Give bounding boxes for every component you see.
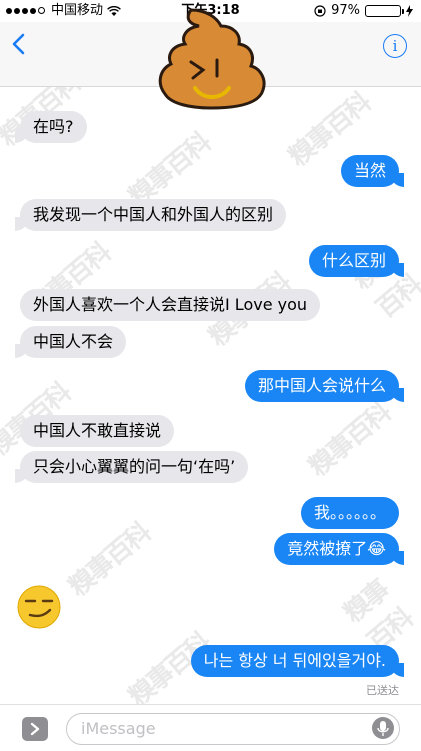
message-bubble-outgoing[interactable]: 当然 (340, 155, 405, 187)
message-bubble-incoming[interactable]: 我发现一个中国人和外国人的区别 (14, 199, 287, 231)
message-bubble-outgoing[interactable]: 那中国人会说什么 (244, 370, 405, 402)
watermark: 糗事百科 (63, 518, 157, 603)
watermark: 糗事百科 (303, 398, 397, 483)
watermark: 糗事百科 (347, 242, 421, 325)
expand-button[interactable] (22, 717, 48, 741)
delivered-status: 已送达 (366, 684, 399, 697)
message-bubble-incoming[interactable]: 中国人不敢直接说 (20, 415, 175, 447)
back-chevron-icon[interactable] (8, 32, 32, 56)
message-bubble-incoming[interactable]: 外国人喜欢一个人会直接说I Love you (20, 289, 321, 321)
compose-bar: iMessage (0, 704, 421, 751)
message-bubble-outgoing[interactable]: 我。。。。。。 (300, 497, 399, 529)
message-input[interactable]: iMessage (66, 713, 400, 745)
message-bubble-incoming[interactable]: 只会小心翼翼的问一句‘在吗’ (14, 451, 249, 483)
poop-avatar-icon (158, 8, 266, 110)
charging-bolt-icon (406, 5, 413, 17)
message-bubble-incoming[interactable]: 中国人不会 (14, 326, 127, 358)
expand-arrow-icon (30, 722, 40, 736)
battery-percent: 97% (331, 3, 360, 18)
battery-icon (365, 5, 404, 17)
smirk-emoji-message[interactable] (16, 584, 62, 630)
message-bubble-outgoing[interactable]: 나는 항상 너 뒤에있을거야. (190, 645, 405, 677)
microphone-icon[interactable] (372, 717, 394, 739)
message-bubble-outgoing[interactable]: 什么区别 (308, 245, 405, 277)
status-right: 97% (314, 0, 413, 22)
orientation-lock-icon (314, 5, 326, 17)
message-bubble-incoming[interactable]: 在吗? (15, 111, 87, 143)
message-bubble-outgoing[interactable]: 竟然被撩了😂 (274, 533, 404, 565)
info-icon[interactable]: i (383, 34, 407, 58)
watermark: 糗事百科 (338, 575, 419, 658)
